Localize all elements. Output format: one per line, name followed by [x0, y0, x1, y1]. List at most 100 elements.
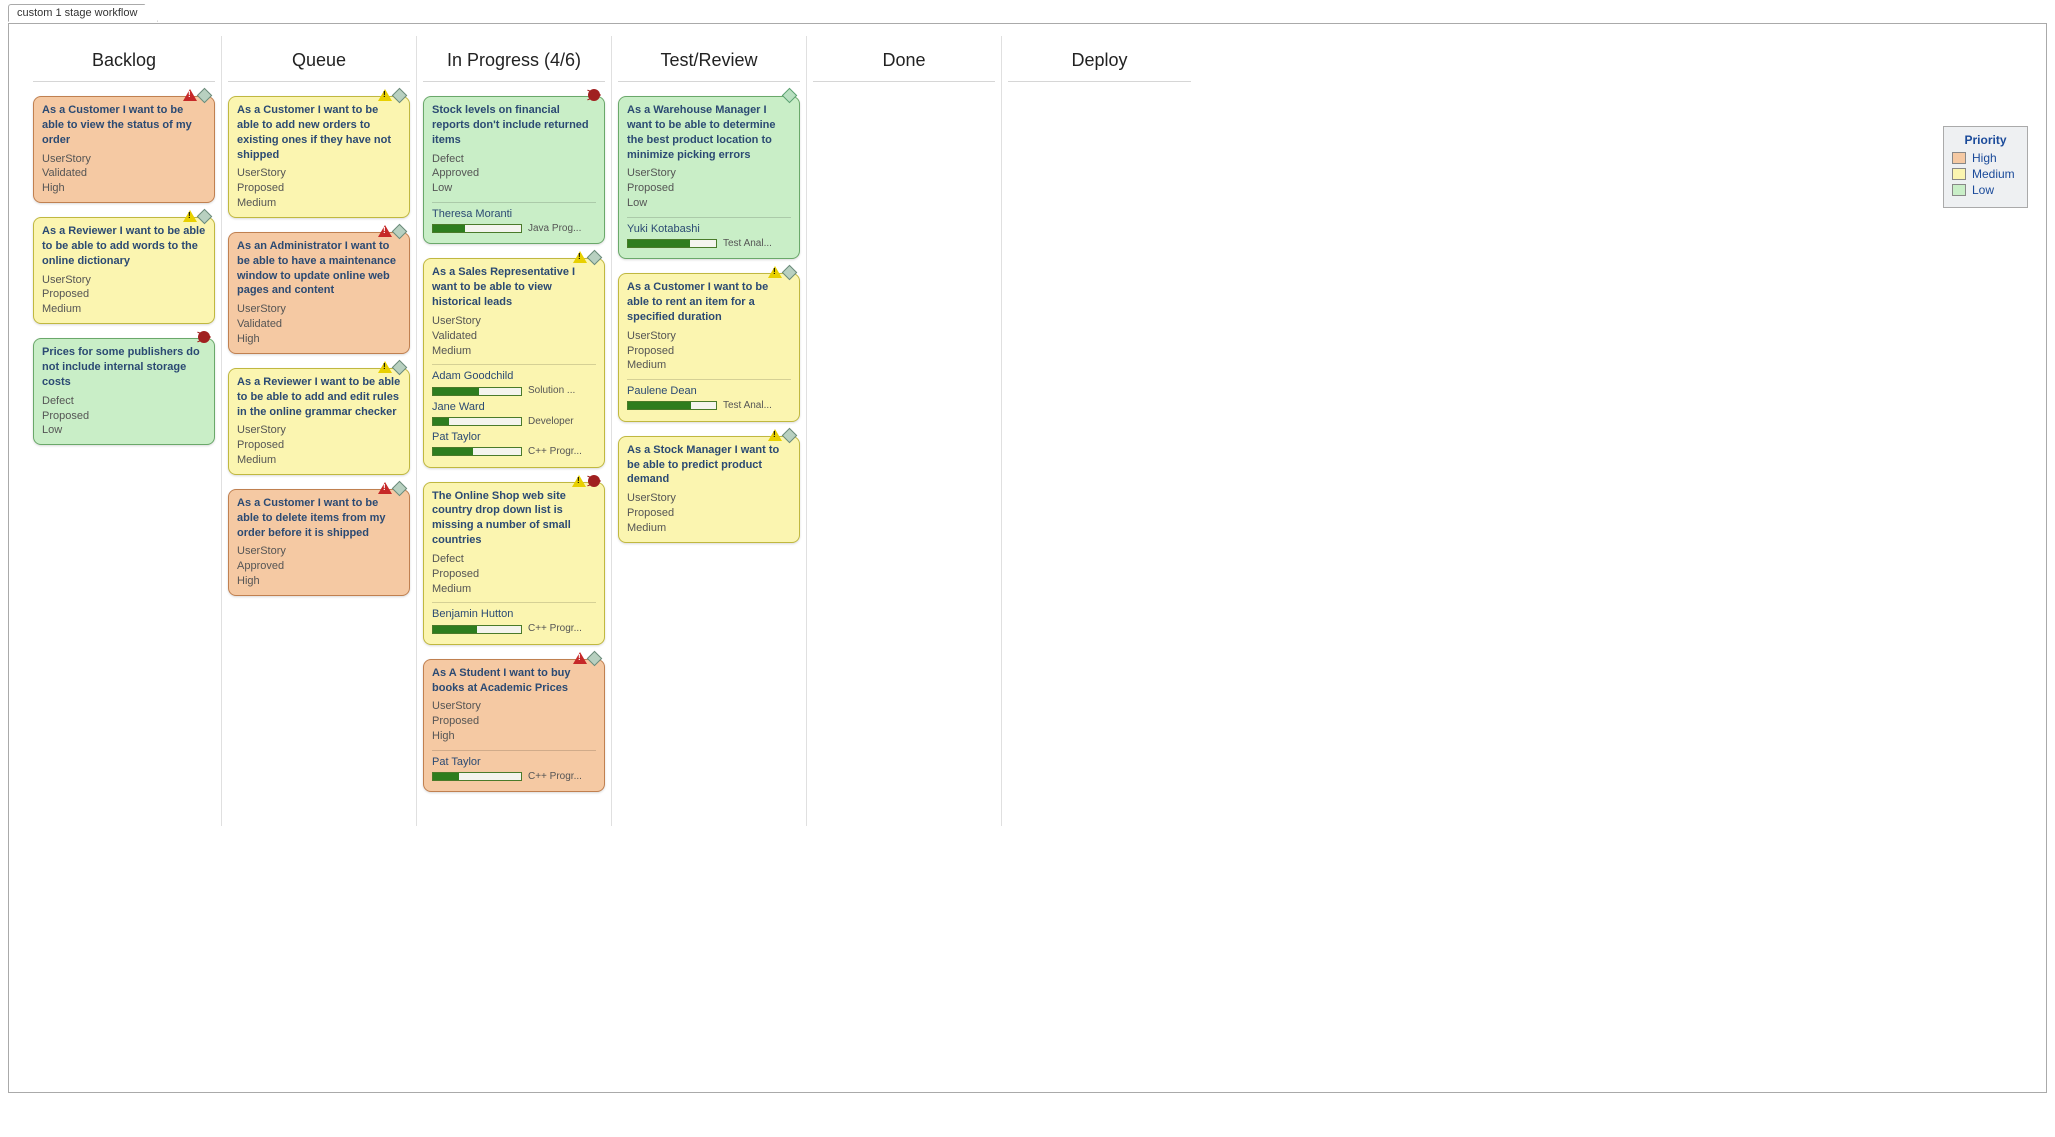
kanban-card[interactable]: The Online Shop web site country drop do…	[423, 482, 605, 645]
legend-title: Priority	[1952, 133, 2019, 147]
kanban-column: Deploy	[1002, 36, 1197, 826]
kanban-card[interactable]: As A Student I want to buy books at Acad…	[423, 659, 605, 793]
assignee-role: Test Anal...	[723, 237, 772, 251]
legend-swatch	[1952, 152, 1966, 164]
kanban-card[interactable]: Stock levels on financial reports don't …	[423, 96, 605, 244]
card-badges	[378, 225, 405, 237]
card-type: UserStory	[432, 314, 596, 329]
column-header: Backlog	[33, 36, 215, 82]
card-type: UserStory	[237, 544, 401, 559]
priority-medium-icon	[378, 361, 392, 373]
bug-icon	[198, 331, 210, 343]
kanban-card[interactable]: As a Customer I want to be able to delet…	[228, 489, 410, 596]
assignee-role: Test Anal...	[723, 399, 772, 413]
card-title: As a Customer I want to be able to add n…	[237, 103, 401, 162]
card-meta: UserStoryValidatedMedium	[432, 314, 596, 359]
card-assignees: Benjamin HuttonC++ Progr...	[432, 602, 596, 635]
kanban-column: Test/ReviewAs a Warehouse Manager I want…	[612, 36, 807, 826]
kanban-column: In Progress (4/6)Stock levels on financi…	[417, 36, 612, 826]
card-meta: UserStoryProposedHigh	[432, 699, 596, 744]
card-status: Proposed	[42, 409, 206, 424]
card-badges	[784, 89, 795, 101]
card-priority-label: High	[42, 181, 206, 196]
card-priority-label: Medium	[432, 344, 596, 359]
card-priority-label: High	[432, 729, 596, 744]
card-meta: DefectProposedMedium	[432, 552, 596, 597]
legend-label: High	[1972, 151, 1997, 165]
card-type: UserStory	[627, 491, 791, 506]
status-diamond-icon	[782, 427, 798, 443]
assignee-row: Adam GoodchildSolution ...	[432, 369, 596, 397]
workflow-tab-label: custom 1 stage workflow	[17, 7, 145, 19]
card-status: Proposed	[237, 438, 401, 453]
card-priority-label: High	[237, 332, 401, 347]
kanban-card[interactable]: As a Stock Manager I want to be able to …	[618, 436, 800, 543]
card-assignees: Adam GoodchildSolution ...Jane WardDevel…	[432, 364, 596, 458]
priority-medium-icon	[768, 266, 782, 278]
assignee-row: Paulene DeanTest Anal...	[627, 384, 791, 412]
progress-bar	[432, 417, 522, 426]
card-title: The Online Shop web site country drop do…	[432, 489, 596, 548]
card-badges	[198, 331, 210, 343]
card-title: As a Customer I want to be able to rent …	[627, 280, 791, 325]
card-title: As A Student I want to buy books at Acad…	[432, 666, 596, 696]
kanban-card[interactable]: As a Sales Representative I want to be a…	[423, 258, 605, 467]
card-title: As a Stock Manager I want to be able to …	[627, 443, 791, 488]
card-priority-label: Medium	[237, 453, 401, 468]
card-status: Proposed	[432, 714, 596, 729]
kanban-card[interactable]: As a Reviewer I want to be able to be ab…	[33, 217, 215, 324]
card-status: Proposed	[42, 287, 206, 302]
assignee-row: Theresa MorantiJava Prog...	[432, 207, 596, 235]
card-priority-label: Medium	[42, 302, 206, 317]
card-title: As a Reviewer I want to be able to be ab…	[237, 375, 401, 420]
card-title: As a Reviewer I want to be able to be ab…	[42, 224, 206, 269]
card-type: UserStory	[627, 166, 791, 181]
legend-row: Low	[1952, 183, 2019, 197]
legend-label: Medium	[1972, 167, 2015, 181]
assignee-name: Benjamin Hutton	[432, 607, 596, 622]
bug-icon	[588, 475, 600, 487]
card-status: Validated	[432, 329, 596, 344]
progress-bar	[432, 387, 522, 396]
kanban-column: Backlog As a Customer I want to be able t…	[27, 36, 222, 826]
progress-bar	[432, 224, 522, 233]
status-diamond-icon	[587, 250, 603, 266]
legend-row: High	[1952, 151, 2019, 165]
kanban-card[interactable]: Prices for some publishers do not includ…	[33, 338, 215, 445]
card-title: As a Sales Representative I want to be a…	[432, 265, 596, 310]
card-badges	[378, 361, 405, 373]
kanban-card[interactable]: As a Customer I want to be able to rent …	[618, 273, 800, 421]
card-badges	[588, 89, 600, 101]
assignee-name: Paulene Dean	[627, 384, 791, 399]
priority-high-icon	[378, 225, 392, 237]
kanban-card[interactable]: As a Customer I want to be able to view …	[33, 96, 215, 203]
progress-bar	[432, 625, 522, 634]
priority-medium-icon	[183, 210, 197, 222]
card-title: As a Customer I want to be able to delet…	[237, 496, 401, 541]
column-header: Queue	[228, 36, 410, 82]
card-badges	[573, 251, 600, 263]
assignee-row: Benjamin HuttonC++ Progr...	[432, 607, 596, 635]
assignee-name: Jane Ward	[432, 400, 596, 415]
kanban-card[interactable]: As an Administrator I want to be able to…	[228, 232, 410, 354]
assignee-name: Adam Goodchild	[432, 369, 596, 384]
card-title: Prices for some publishers do not includ…	[42, 345, 206, 390]
card-priority-label: Medium	[237, 196, 401, 211]
legend-swatch	[1952, 184, 1966, 196]
priority-medium-icon	[768, 429, 782, 441]
kanban-card[interactable]: As a Warehouse Manager I want to be able…	[618, 96, 800, 259]
kanban-card[interactable]: As a Customer I want to be able to add n…	[228, 96, 410, 218]
card-assignees: Yuki KotabashiTest Anal...	[627, 217, 791, 250]
card-type: UserStory	[237, 423, 401, 438]
workflow-tab[interactable]: custom 1 stage workflow	[8, 4, 158, 22]
assignee-name: Yuki Kotabashi	[627, 222, 791, 237]
assignee-name: Theresa Moranti	[432, 207, 596, 222]
progress-bar	[432, 447, 522, 456]
card-meta: UserStoryProposedMedium	[627, 491, 791, 536]
card-priority-label: Medium	[627, 521, 791, 536]
card-meta: UserStoryProposedLow	[627, 166, 791, 211]
card-assignees: Paulene DeanTest Anal...	[627, 379, 791, 412]
kanban-card[interactable]: As a Reviewer I want to be able to be ab…	[228, 368, 410, 475]
card-type: UserStory	[42, 273, 206, 288]
card-meta: UserStoryProposedMedium	[627, 329, 791, 374]
